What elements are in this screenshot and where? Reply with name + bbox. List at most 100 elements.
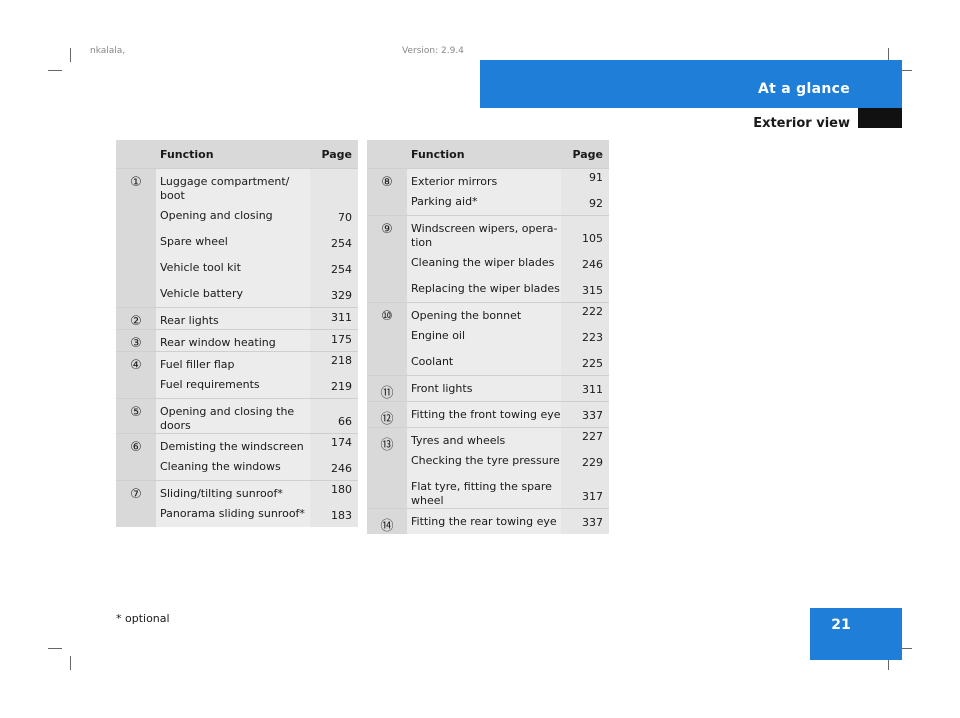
function-cell: Front lights [407,375,561,402]
page-reference: 317 [582,490,603,503]
table-row: ⑧ Exterior mirrors 91 [367,168,609,216]
item-number: ⑪ [367,375,407,402]
item-number: ⑭ [367,508,407,534]
page-reference: 219 [331,380,352,393]
function-label: Demisting the windscreen [160,440,304,453]
table-row: ⑬ Tyres and wheels 227 [367,427,609,509]
page-cell: 337 [561,401,609,428]
function-cell: Tyres and wheels [407,427,561,448]
page-cell: 91 [561,168,609,189]
table-row: ⑪ Front lights 311 [367,375,609,402]
function-label: Opening and closing [160,209,273,222]
function-cell: Opening and closing [156,203,310,229]
item-number-glyph: ⑥ [130,440,142,455]
function-cell: Opening the bonnet [407,302,561,323]
page-cell: 315 [561,276,609,303]
function-cell: Demisting the windscreen [156,433,310,454]
function-label: Fuel filler flap [160,358,235,371]
item-number: ⑦ [116,480,156,527]
function-cell: Vehicle battery [156,281,310,308]
page-cell: 219 [310,372,358,399]
function-label: Rear lights [160,314,219,327]
function-cell: Fitting the front towing eye [407,401,561,428]
function-label: Windscreen wipers, opera- tion [411,222,558,249]
function-label: Cleaning the wiper blades [411,256,555,269]
table-row: ① Luggage compartment/ boot [116,168,358,308]
page-cell: 227 [561,427,609,448]
table-row: ⑫ Fitting the front towing eye 337 [367,401,609,428]
item-number-glyph: ④ [130,358,142,373]
item-number-glyph: ⑩ [381,309,393,324]
page-reference: 222 [582,305,603,318]
function-label: Engine oil [411,329,466,342]
page-cell: 66 [310,398,358,434]
item-number: ① [116,168,156,308]
page-reference: 246 [331,462,352,475]
function-label: Opening the bonnet [411,309,522,322]
page-title: Exterior view [753,116,850,131]
function-label: Cleaning the windows [160,460,281,473]
page-reference: 311 [582,383,603,396]
item-number: ⑫ [367,401,407,428]
section-title: At a glance [757,81,850,97]
page-cell: 175 [310,329,358,352]
page-reference: 225 [582,357,603,370]
function-cell: Cleaning the wiper blades [407,250,561,276]
page-reference: 229 [582,456,603,469]
item-number-glyph: ⑬ [380,438,394,453]
function-cell: Engine oil [407,323,561,349]
function-cell: Checking the tyre pressure [407,448,561,474]
page-cell: 337 [561,508,609,534]
crop-mark [48,70,62,71]
thumb-tab [858,108,902,128]
page-reference: 227 [582,430,603,443]
page-cell: 246 [310,454,358,481]
function-cell: Fuel requirements [156,372,310,399]
page-cell: 223 [561,323,609,349]
function-cell: Opening and closing the doors [156,398,310,434]
page-reference: 175 [331,333,352,346]
page-reference: 254 [331,237,352,250]
item-number: ⑤ [116,398,156,434]
page-reference: 337 [582,516,603,529]
page-reference: 180 [331,483,352,496]
function-label: Spare wheel [160,235,228,248]
table-row: ⑩ Opening the bonnet 222 [367,302,609,376]
item-number: ⑥ [116,433,156,481]
function-cell: Sliding/tilting sunroof* [156,480,310,501]
page-cell: 254 [310,229,358,255]
function-label: Panorama sliding sunroof* [160,507,305,520]
function-label: Coolant [411,355,454,368]
table-row: ② Rear lights 311 [116,307,358,330]
item-number: ③ [116,329,156,352]
header-function: Function [156,140,310,169]
item-number: ⑩ [367,302,407,376]
function-label: Fuel requirements [160,378,260,391]
page-cell: 222 [561,302,609,323]
function-label: Exterior mirrors [411,175,498,188]
footnote: * optional [116,612,170,625]
function-label: Rear window heating [160,336,276,349]
item-number-glyph: ② [130,314,142,329]
function-label: Fitting the front towing eye [411,408,561,421]
page-cell: 180 [310,480,358,501]
page-cell [310,168,358,203]
page-cell: 311 [310,307,358,330]
table-row: ④ Fuel filler flap 218 [116,351,358,399]
function-label: Tyres and wheels [411,434,506,447]
item-number-glyph: ⑧ [381,175,393,190]
page-cell: 174 [310,433,358,454]
function-label: Checking the tyre pressure [411,454,560,467]
function-cell: Panorama sliding sunroof* [156,501,310,527]
function-cell: Cleaning the windows [156,454,310,481]
item-number-glyph: ⑨ [381,222,393,237]
page-reference: 174 [331,436,352,449]
crop-mark [70,48,71,62]
table-header-row: Function Page [367,140,609,169]
print-meta-right: Version: 2.9.4 [402,46,464,56]
function-cell: Rear window heating [156,329,310,352]
page-reference: 315 [582,284,603,297]
function-table-right: Function Page ⑧ Exterior mirrors 91 Parking… [367,140,609,534]
table-header-row: Function Page [116,140,358,169]
function-cell: Vehicle tool kit [156,255,310,281]
